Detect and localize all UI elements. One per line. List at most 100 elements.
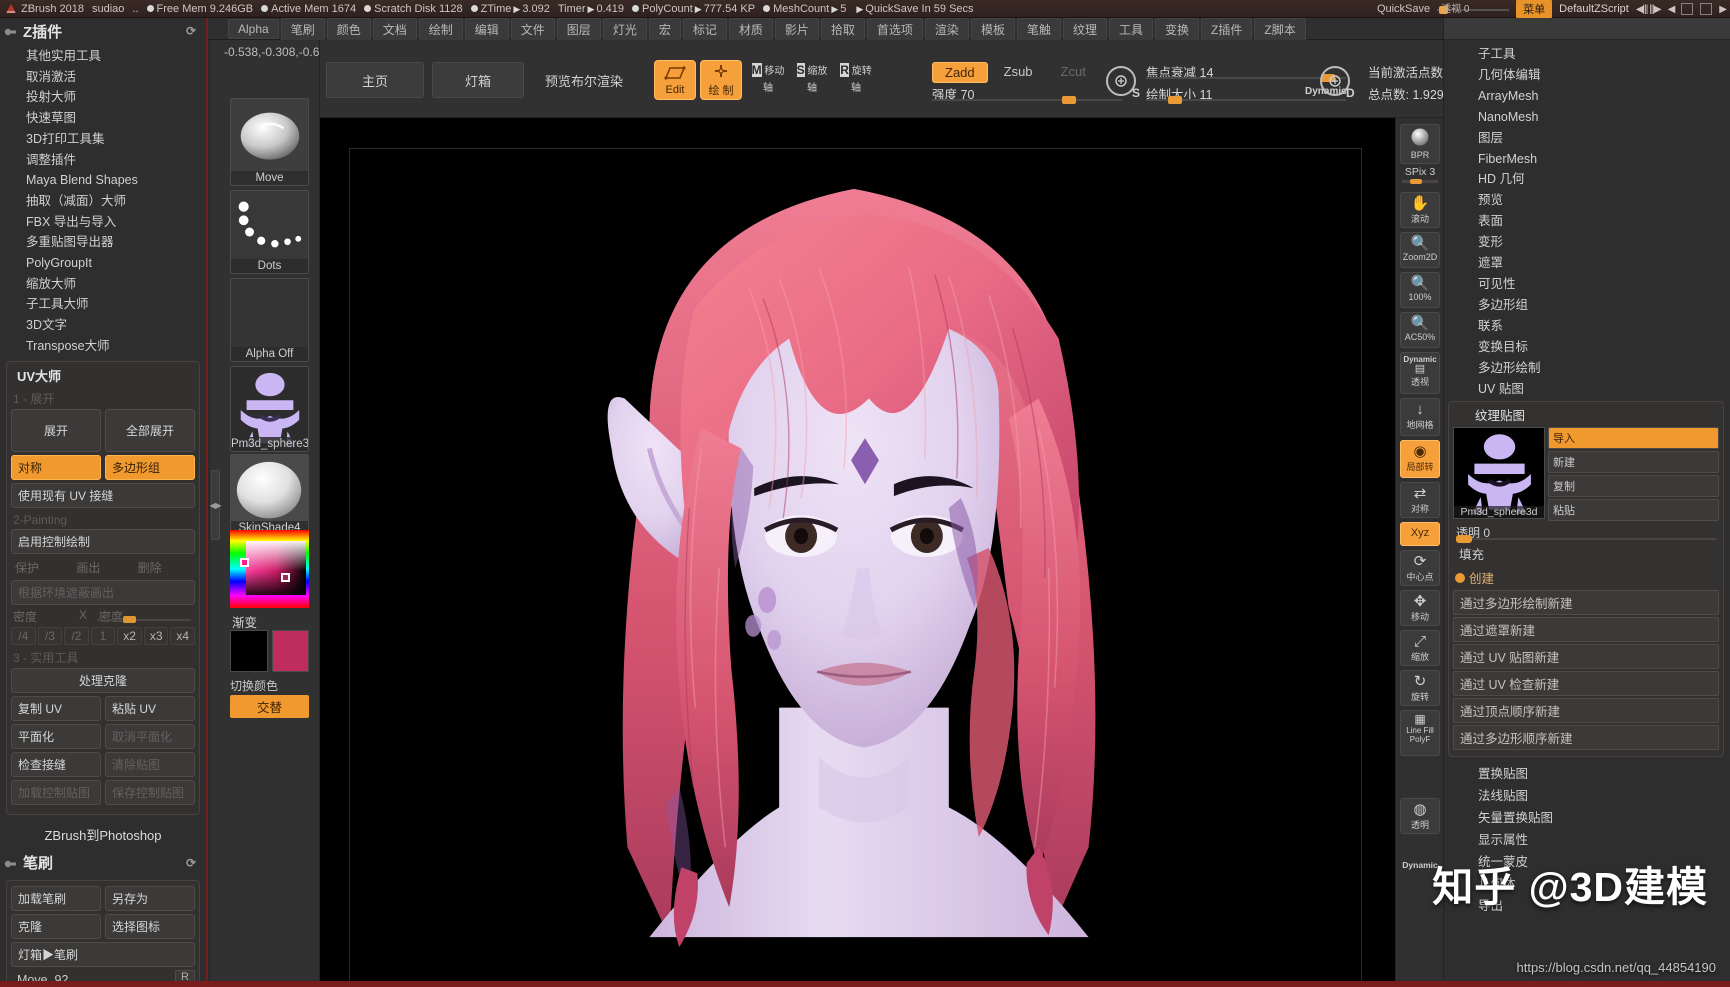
use-existing-uv-seams-button[interactable]: 使用现有 UV 接缝 (11, 482, 195, 508)
zplugin-item-maya-blend-shapes[interactable]: Maya Blend Shapes (26, 170, 206, 191)
actual-size-button[interactable]: 🔍 100% (1400, 272, 1440, 308)
color-pair[interactable] (230, 630, 309, 672)
new-from-vertex-order-button[interactable]: 通过顶点顺序新建 (1453, 698, 1719, 724)
viewport-canvas[interactable] (320, 118, 1395, 987)
zplugin-item-3d-text[interactable]: 3D文字 (26, 315, 206, 336)
zplugin-item-misc-utilities[interactable]: 其他实用工具 (26, 46, 206, 67)
zplugin-item-fbx-export-import[interactable]: FBX 导出与导入 (26, 212, 206, 233)
local-transform-button[interactable]: ◉ 局部转 (1400, 440, 1440, 478)
tool-item-polypaint[interactable]: 多边形绘制 (1478, 358, 1730, 379)
density-div-third[interactable]: /3 (37, 626, 63, 645)
menu-button[interactable]: 菜单 (1516, 0, 1553, 18)
slider-knob[interactable] (1168, 96, 1182, 104)
stroke-swatch[interactable]: Dots (230, 190, 309, 274)
move-button[interactable]: ✥ 移动 (1400, 590, 1440, 626)
focal-shift-slider[interactable]: 焦点衰减 14 (1146, 62, 1346, 82)
texture-map-thumbnail[interactable]: Pm3d_sphere3d (1453, 427, 1545, 520)
floor-grid-button[interactable]: ↓ 地网格 (1400, 398, 1440, 436)
tool-item-deformation[interactable]: 变形 (1478, 232, 1730, 253)
zplugin-item-3dprint-hub[interactable]: 3D打印工具集 (26, 129, 206, 150)
refresh-icon[interactable]: ⟳ (186, 24, 196, 38)
zplugin-item-subtool-master[interactable]: 子工具大师 (26, 294, 206, 315)
home-button[interactable]: 主页 (326, 62, 424, 98)
tool-item-fibermesh[interactable]: FiberMesh (1478, 149, 1730, 170)
tool-item-polygroups[interactable]: 多边形组 (1478, 295, 1730, 316)
zplugin-item-scale-master[interactable]: 缩放大师 (26, 274, 206, 295)
menu-transform[interactable]: 变换 (1155, 17, 1200, 41)
spix-slider-knob[interactable] (1410, 179, 1422, 184)
menu-draw[interactable]: 绘制 (418, 17, 463, 41)
transparency-button[interactable]: ◍ 透明 (1400, 798, 1440, 834)
zplugin-item-multi-map-exporter[interactable]: 多重贴图导出器 (26, 232, 206, 253)
zplugin-item-deactivate[interactable]: 取消激活 (26, 67, 206, 88)
paint-by-ao-button[interactable]: 根据环境遮蔽画出 (11, 579, 195, 605)
intensity-slider[interactable]: 强度 70 (932, 84, 1122, 104)
zplugin-item-polygroupit[interactable]: PolyGroupIt (26, 253, 206, 274)
texture-paste-button[interactable]: 粘贴 (1548, 499, 1719, 522)
density-mul-two[interactable]: x2 (117, 626, 142, 645)
window-maximize-icon[interactable] (1700, 3, 1713, 15)
tool-item-geometry[interactable]: 几何体编辑 (1478, 65, 1730, 86)
new-from-uv-check-button[interactable]: 通过 UV 检查新建 (1453, 671, 1719, 697)
menu-material[interactable]: 材质 (728, 17, 773, 41)
refresh-icon[interactable]: ⟳ (186, 856, 196, 870)
zplugin-header[interactable]: Z插件 ⟳ (0, 18, 206, 44)
tool-item-vector-displacement-map[interactable]: 矢量置换贴图 (1478, 807, 1730, 829)
work-on-clone-button[interactable]: 处理克隆 (11, 667, 195, 693)
tool-item-normal-map[interactable]: 法线贴图 (1478, 785, 1730, 807)
zbrush-to-photoshop-button[interactable]: ZBrush到Photoshop (0, 815, 206, 848)
palette-collapse-handle[interactable]: ◀▶ (209, 470, 222, 540)
zplugin-item-transpose-master[interactable]: Transpose大师 (26, 336, 206, 357)
menu-zscript[interactable]: Z脚本 (1254, 17, 1306, 41)
tool-item-contact[interactable]: 联系 (1478, 316, 1730, 337)
rotate-axis-button[interactable]: R 旋转轴 (836, 62, 876, 102)
copy-uv-button[interactable]: 复制 UV (11, 695, 101, 721)
half-size-button[interactable]: 🔍 AC50% (1400, 312, 1440, 348)
color-picker[interactable] (230, 530, 309, 608)
zcut-toggle[interactable]: Zcut (1049, 62, 1098, 83)
primary-color-swatch[interactable] (271, 630, 309, 672)
tool-item-preview[interactable]: 预览 (1478, 190, 1730, 211)
density-mul-three[interactable]: x3 (143, 626, 169, 645)
brush-header[interactable]: 笔刷 ⟳ (0, 850, 206, 876)
density-slider[interactable]: 密度 X 密度 (11, 608, 195, 624)
menu-preferences[interactable]: 首选项 (866, 17, 923, 41)
menu-marker[interactable]: 标记 (682, 17, 727, 41)
menu-stencil[interactable]: 模板 (970, 17, 1015, 41)
scale-button[interactable]: ⤢ 缩放 (1400, 630, 1440, 666)
zplugin-item-quick-sketch[interactable]: 快速草图 (26, 108, 206, 129)
unwrap-all-button[interactable]: 全部展开 (105, 408, 195, 452)
rotate-button[interactable]: ↻ 旋转 (1400, 670, 1440, 706)
perspective-button[interactable]: Dynamic ▤ 透视 (1400, 352, 1440, 394)
spix-label[interactable]: SPix 3 (1398, 166, 1442, 178)
menu-color[interactable]: 颜色 (326, 17, 371, 41)
panel-grip-icon[interactable] (4, 857, 18, 869)
new-from-polypaint-button[interactable]: 通过多边形绘制新建 (1453, 590, 1719, 616)
lightbox-button[interactable]: 灯箱 (432, 62, 524, 98)
tool-item-layers[interactable]: 图层 (1478, 128, 1730, 149)
load-brush-button[interactable]: 加载笔刷 (11, 885, 101, 911)
tool-item-surface[interactable]: 表面 (1478, 211, 1730, 232)
zplugin-item-adjust-plugin[interactable]: 调整插件 (26, 150, 206, 171)
window-restore-icon[interactable] (1681, 3, 1694, 15)
material-swatch[interactable]: SkinShade4 (230, 454, 309, 536)
clone-brush-button[interactable]: 克隆 (11, 913, 101, 939)
texture-import-button[interactable]: 导入 (1548, 427, 1719, 450)
save-control-map-button[interactable]: 保存控制贴图 (105, 779, 195, 805)
lightbox-brush-button[interactable]: 灯箱▶笔刷 (11, 941, 195, 967)
load-control-map-button[interactable]: 加载控制贴图 (11, 779, 101, 805)
menu-light[interactable]: 灯光 (602, 17, 647, 41)
zadd-toggle[interactable]: Zadd (932, 62, 988, 83)
menu-alpha[interactable]: Alpha (228, 19, 279, 39)
switch-color-label[interactable]: 切换颜色 (230, 677, 278, 694)
edit-button[interactable]: Edit (654, 60, 696, 100)
protect-button[interactable]: 保护 (11, 557, 72, 578)
tool-item-masking[interactable]: 遮罩 (1478, 253, 1730, 274)
enable-control-painting-button[interactable]: 启用控制绘制 (11, 528, 195, 554)
paste-uv-button[interactable]: 粘贴 UV (105, 695, 195, 721)
density-div-quarter[interactable]: /4 (11, 626, 36, 645)
zplugin-item-projection-master[interactable]: 投射大师 (26, 87, 206, 108)
scale-axis-button[interactable]: S 缩放轴 (792, 62, 832, 102)
slider-knob[interactable] (123, 615, 136, 623)
menu-layer[interactable]: 图层 (556, 17, 601, 41)
